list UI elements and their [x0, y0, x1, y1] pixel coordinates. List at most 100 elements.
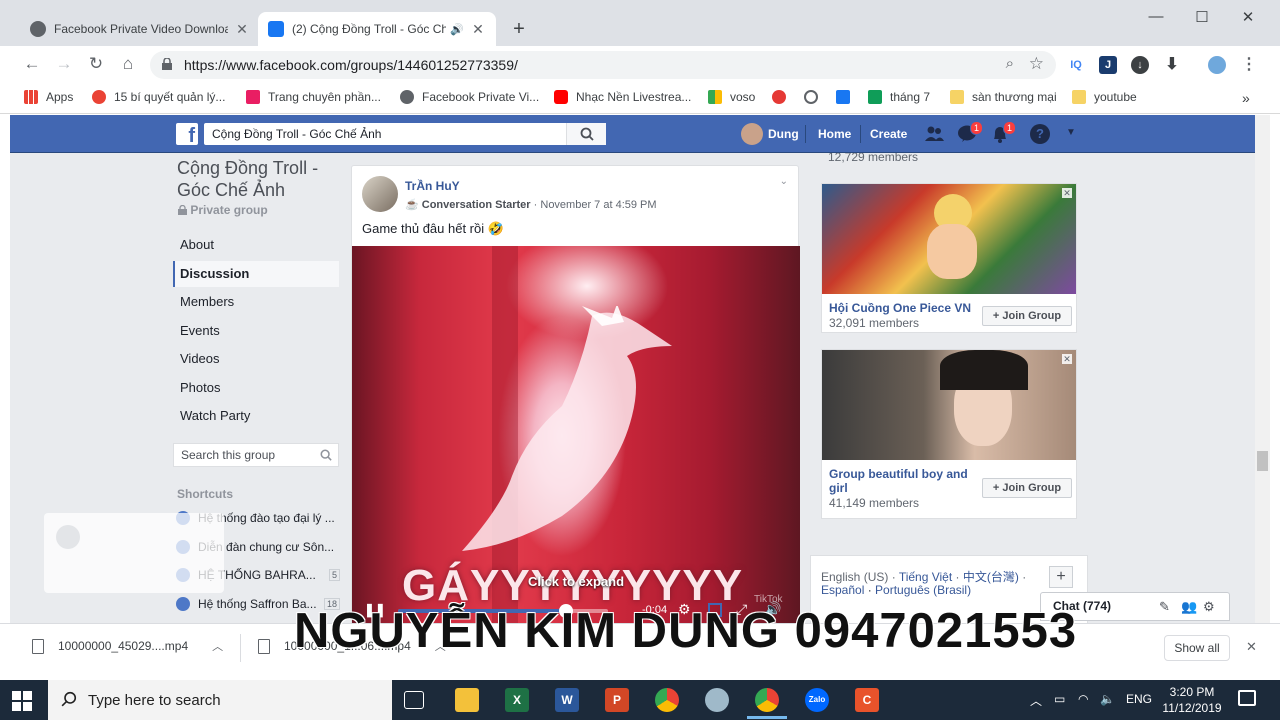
- join-group-button[interactable]: + Join Group: [982, 478, 1072, 498]
- bookmark-item[interactable]: voso: [708, 90, 755, 104]
- bookmark-item[interactable]: [836, 90, 858, 104]
- bookmark-apps[interactable]: Apps: [24, 90, 73, 104]
- download-arrow-icon[interactable]: ⬇: [1163, 56, 1181, 74]
- action-center-icon[interactable]: [1238, 690, 1256, 706]
- zoom-icon[interactable]: ⌕: [1006, 55, 1014, 72]
- bookmark-item[interactable]: tháng 7: [868, 90, 930, 104]
- group-nav-about[interactable]: About: [173, 232, 339, 258]
- friends-icon[interactable]: [924, 125, 944, 143]
- chrome-icon[interactable]: [655, 688, 679, 712]
- excel-icon[interactable]: X: [505, 688, 529, 712]
- bookmark-item[interactable]: [772, 90, 794, 104]
- notifications-bell-icon[interactable]: 1: [990, 121, 1016, 143]
- bookmark-folder[interactable]: youtube: [1072, 90, 1137, 104]
- close-tab-icon[interactable]: ✕: [470, 21, 486, 38]
- facebook-search-input[interactable]: Cộng Đồng Troll - Góc Chế Ảnh: [204, 123, 606, 145]
- group-nav-photos[interactable]: Photos: [173, 375, 339, 401]
- dismiss-suggestion-icon[interactable]: ✕: [1062, 354, 1072, 364]
- group-title[interactable]: Cộng Đồng Troll - Góc Chế Ảnh: [177, 157, 337, 201]
- bookmark-item[interactable]: [804, 90, 826, 104]
- facebook-logo-icon[interactable]: f: [176, 123, 198, 145]
- paint-icon[interactable]: [705, 688, 729, 712]
- tab-facebook-private-video-downloader[interactable]: Facebook Private Video Downloa ✕: [20, 12, 260, 46]
- show-hidden-icons-icon[interactable]: ︿: [1030, 692, 1042, 709]
- close-downloads-icon[interactable]: ✕: [1246, 639, 1257, 655]
- shield-extension-icon[interactable]: J: [1099, 56, 1117, 74]
- language-link[interactable]: Tiếng Việt: [899, 570, 952, 584]
- suggested-group-name[interactable]: Hội Cuồng One Piece VN: [829, 301, 971, 315]
- minimize-button[interactable]: —: [1141, 8, 1171, 25]
- language-link[interactable]: Español: [821, 583, 864, 597]
- more-bookmarks-icon[interactable]: »: [1242, 90, 1250, 106]
- windows-start-icon[interactable]: [12, 691, 32, 711]
- close-window-button[interactable]: ✕: [1233, 8, 1263, 26]
- task-view-icon[interactable]: [404, 691, 424, 709]
- bookmark-item[interactable]: 15 bí quyết quản lý...: [92, 90, 225, 104]
- maximize-button[interactable]: ☐: [1187, 8, 1217, 26]
- help-icon[interactable]: ?: [1030, 124, 1050, 144]
- account-menu-chevron-icon[interactable]: ▼: [1066, 127, 1076, 138]
- chevron-up-icon[interactable]: ︿: [212, 638, 223, 654]
- taskbar-search-input[interactable]: Type here to search: [48, 680, 392, 720]
- group-nav-events[interactable]: Events: [173, 318, 339, 344]
- group-nav-discussion[interactable]: Discussion: [173, 261, 339, 287]
- close-tab-icon[interactable]: ✕: [234, 21, 250, 38]
- more-languages-button[interactable]: +: [1049, 566, 1073, 588]
- bookmark-item[interactable]: Facebook Private Vi...: [400, 90, 539, 104]
- download-circle-icon[interactable]: ↓: [1131, 56, 1149, 74]
- back-button[interactable]: ←: [21, 54, 43, 74]
- tab-facebook-group[interactable]: (2) Cộng Đồng Troll - Góc Ch 🔊 ✕: [258, 12, 496, 46]
- home-link[interactable]: Home: [818, 127, 851, 141]
- forward-button[interactable]: →: [53, 54, 75, 74]
- suggested-group-name[interactable]: Group beautiful boy and girl: [829, 467, 969, 495]
- avatar[interactable]: [362, 176, 398, 212]
- bookmark-star-icon[interactable]: ☆: [1029, 54, 1044, 74]
- suggested-group-cover[interactable]: ✕: [822, 350, 1076, 460]
- address-bar[interactable]: https://www.facebook.com/groups/14460125…: [150, 51, 1056, 79]
- word-icon[interactable]: W: [555, 688, 579, 712]
- post-options-chevron-icon[interactable]: ⌄: [780, 176, 788, 187]
- chat-settings-gear-icon[interactable]: ⚙: [1203, 599, 1215, 615]
- volume-icon[interactable]: 🔈: [1100, 692, 1115, 706]
- bookmark-item[interactable]: Nhạc Nền Livestrea...: [554, 90, 691, 104]
- show-all-downloads-button[interactable]: Show all: [1164, 635, 1230, 661]
- join-group-button[interactable]: + Join Group: [982, 306, 1072, 326]
- create-link[interactable]: Create: [870, 127, 907, 141]
- group-search-input[interactable]: Search this group: [173, 443, 339, 467]
- new-message-icon[interactable]: ✎: [1159, 599, 1170, 615]
- post-time[interactable]: November 7 at 4:59 PM: [540, 199, 656, 211]
- new-tab-button[interactable]: +: [508, 18, 530, 41]
- reload-button[interactable]: ↻: [85, 54, 107, 74]
- search-button[interactable]: [566, 123, 606, 145]
- avatar[interactable]: [741, 123, 763, 145]
- avatar[interactable]: [1208, 56, 1226, 74]
- profile-link[interactable]: Dung: [768, 127, 799, 141]
- post-author[interactable]: TrẦn HuY: [405, 179, 460, 193]
- video-player[interactable]: GÁYYYYYYYYY Click to expand ❚❚ -0:04 ⚙ ⤢…: [352, 246, 800, 623]
- bookmark-folder[interactable]: sàn thương mại: [950, 90, 1057, 104]
- click-to-expand-hint[interactable]: Click to expand: [352, 574, 800, 589]
- file-explorer-icon[interactable]: [455, 688, 479, 712]
- home-button[interactable]: ⌂: [117, 54, 139, 74]
- scrollbar-thumb[interactable]: [1257, 451, 1268, 471]
- group-nav-watch-party[interactable]: Watch Party: [173, 403, 339, 429]
- page-scrollbar[interactable]: [1255, 115, 1270, 623]
- taskbar-clock[interactable]: 3:20 PM 11/12/2019: [1158, 684, 1226, 716]
- wifi-icon[interactable]: ◠: [1078, 692, 1088, 706]
- app-c-icon[interactable]: C: [855, 688, 879, 712]
- dismiss-suggestion-icon[interactable]: ✕: [1062, 188, 1072, 198]
- messenger-icon[interactable]: 1: [957, 121, 983, 143]
- language-link[interactable]: Português (Brasil): [875, 583, 971, 597]
- powerpoint-icon[interactable]: P: [605, 688, 629, 712]
- language-link[interactable]: 中文(台灣): [963, 570, 1019, 584]
- zalo-icon[interactable]: Zalo: [805, 688, 829, 712]
- input-language[interactable]: ENG: [1126, 692, 1152, 706]
- bookmark-item[interactable]: Trang chuyên phần...: [246, 90, 381, 104]
- iq-extension-icon[interactable]: IQ: [1067, 56, 1085, 74]
- group-nav-videos[interactable]: Videos: [173, 346, 339, 372]
- menu-icon[interactable]: ⋮: [1240, 56, 1258, 74]
- group-nav-members[interactable]: Members: [173, 289, 339, 315]
- battery-icon[interactable]: ▭: [1054, 692, 1065, 706]
- download-item[interactable]: 10000000_45029....mp4 ︿: [32, 638, 223, 654]
- suggested-group-cover[interactable]: ✕: [822, 184, 1076, 294]
